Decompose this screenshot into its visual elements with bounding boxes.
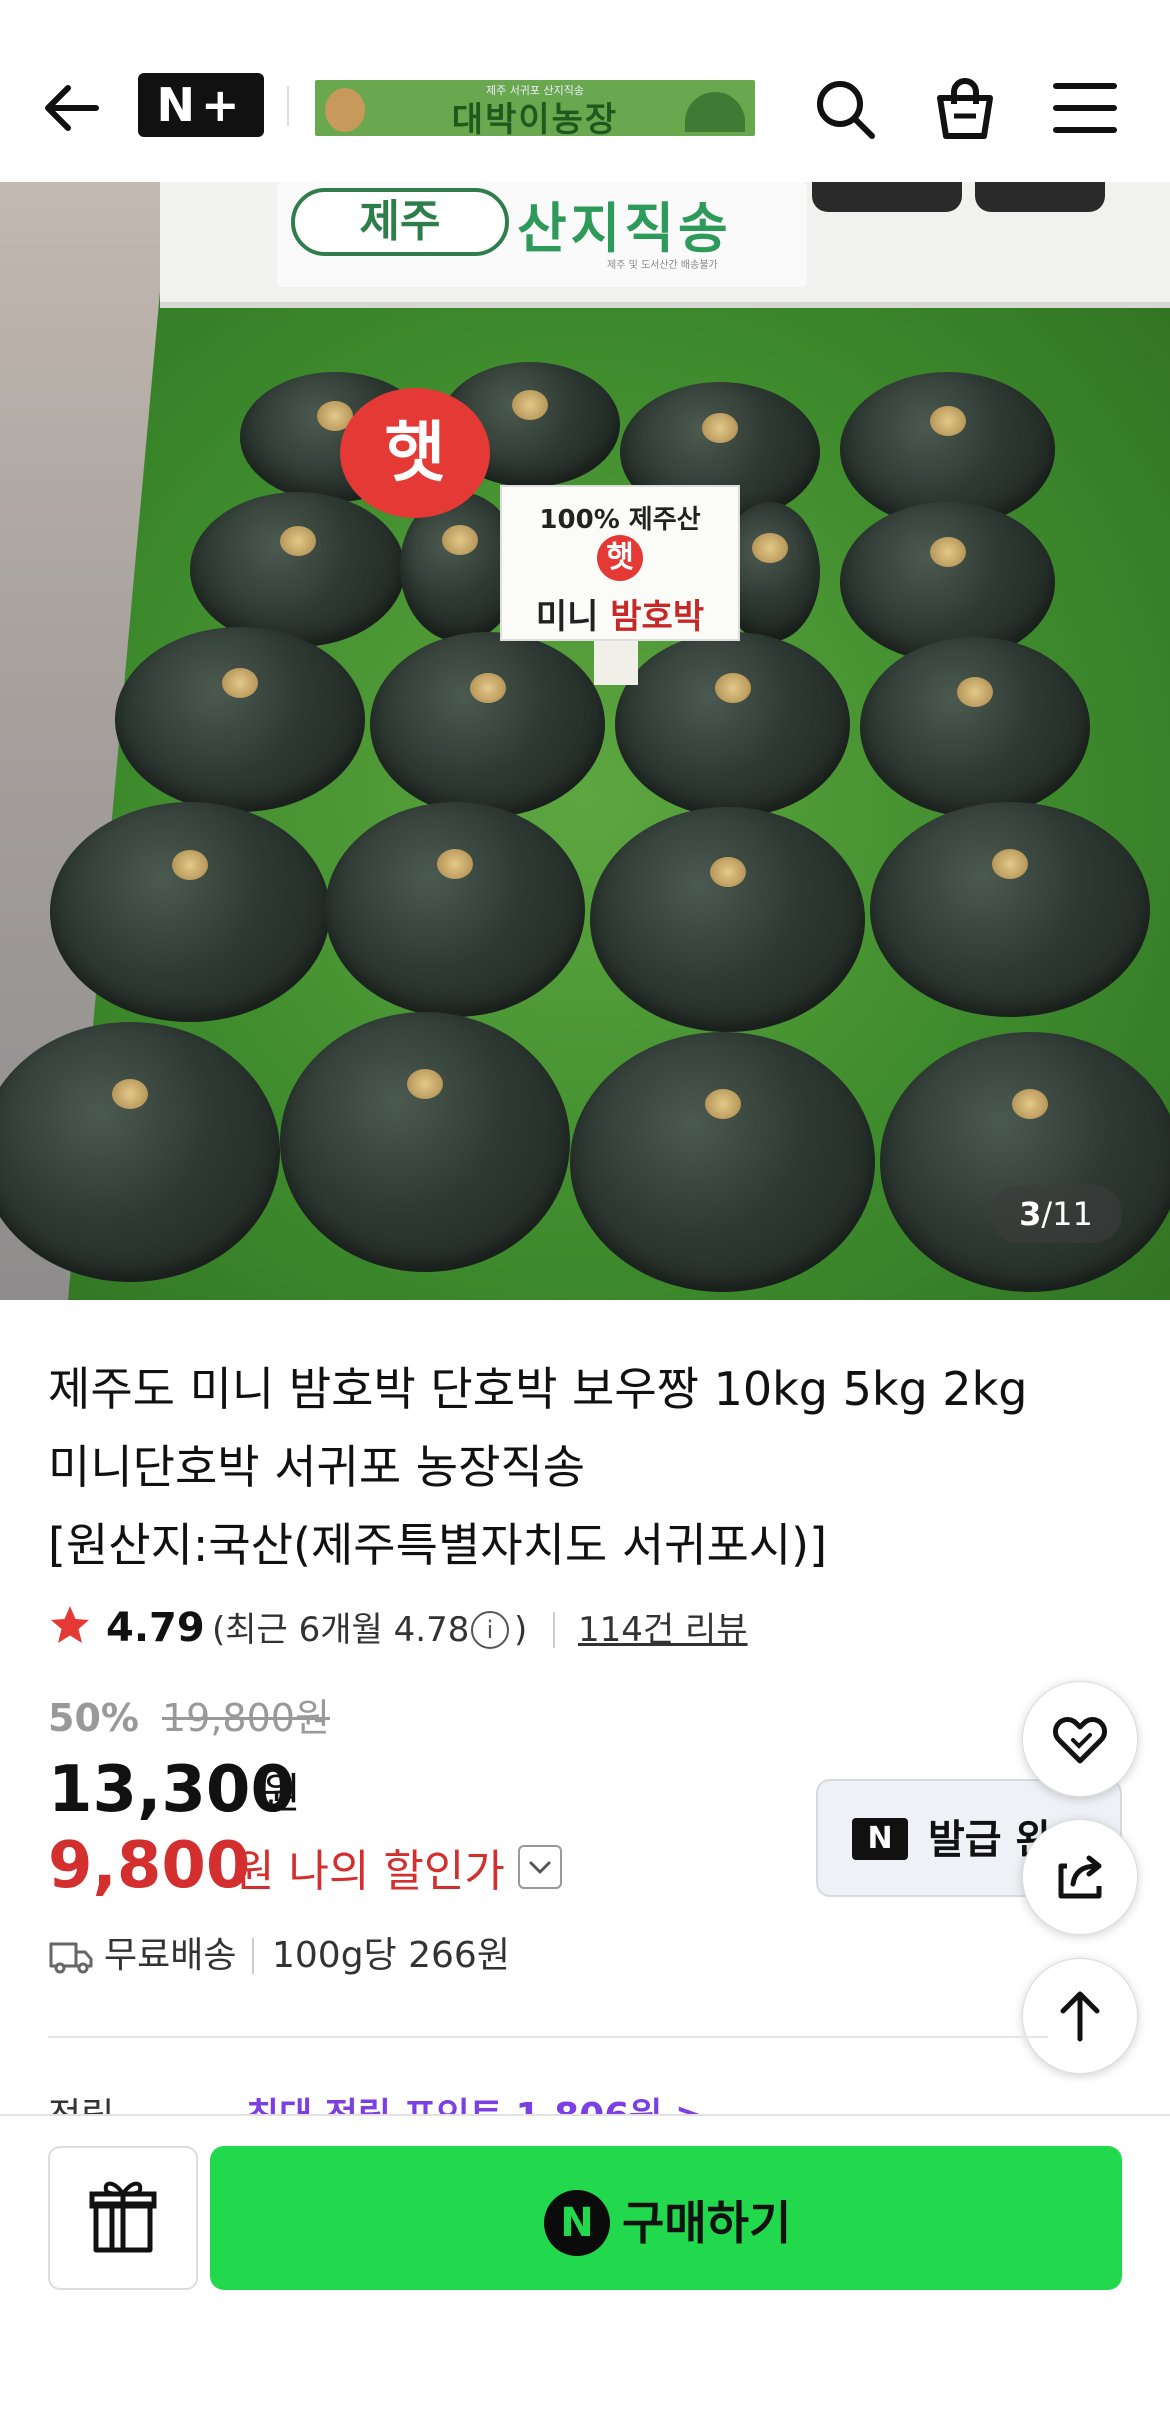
menu-icon[interactable] <box>1050 78 1120 138</box>
sale-price: 13,300 <box>48 1753 295 1827</box>
pumpkin <box>370 632 605 817</box>
gift-icon <box>89 2181 157 2253</box>
product-origin-line: [원산지:국산(제주특별자치도 서귀포시)] <box>48 1518 828 1572</box>
product-label-card: 100% 제주산 햇 미니 밤호박 <box>500 485 740 641</box>
product-title: 제주도 미니 밤호박 단호박 보우짱 10kg 5kg 2kg 미니단호박 서귀… <box>48 1350 1048 1584</box>
chevron-down-icon[interactable] <box>518 1845 562 1889</box>
search-icon[interactable] <box>812 76 878 142</box>
pumpkin <box>870 802 1150 1017</box>
pumpkin <box>840 502 1055 662</box>
store-banner[interactable]: 제주 서귀포 산지직송 대박이농장 <box>315 80 755 136</box>
counter-current: 3 <box>1019 1195 1042 1233</box>
product-title-line: 미니단호박 서귀포 농장직송 <box>48 1440 586 1494</box>
pumpkin <box>280 1012 570 1272</box>
new-harvest-badge: 햇 <box>340 388 490 518</box>
cart-icon[interactable] <box>930 74 1000 144</box>
truck-icon <box>48 1936 94 1976</box>
wishlist-button[interactable] <box>1022 1681 1138 1797</box>
pumpkin <box>0 1022 280 1282</box>
header-divider <box>287 86 289 126</box>
stone-decoration <box>975 182 1105 212</box>
product-image-carousel[interactable]: 제주 산지직송 제주 및 도서산간 배송불가 햇 100% 제주산 햇 미니 밤… <box>0 182 1170 1300</box>
review-link[interactable]: 114건 리뷰 <box>578 1602 748 1658</box>
pumpkin <box>615 632 850 817</box>
original-price: 19,800원 <box>162 1696 330 1740</box>
buy-button-label: 구매하기 <box>622 2196 792 2250</box>
my-discount-price: 9,800 <box>48 1829 251 1903</box>
star-icon <box>48 1603 92 1647</box>
pumpkin <box>115 627 365 812</box>
unit-price: 100g당 266원 <box>272 1935 510 1976</box>
recent-rating: (최근 6개월 4.78 <box>212 1610 470 1650</box>
pumpkin <box>880 1032 1170 1292</box>
share-button[interactable] <box>1022 1819 1138 1935</box>
recent-rating-close: ) <box>514 1610 528 1650</box>
origin-sign: 제주 산지직송 제주 및 도서산간 배송불가 <box>277 182 807 287</box>
rating-value: 4.79 <box>106 1605 205 1651</box>
card-prefix: 미니 <box>535 597 611 637</box>
card-haet-badge: 햇 <box>597 535 643 581</box>
store-name: 대박이농장 <box>451 100 619 136</box>
card-origin-text: 100% 제주산 <box>539 505 701 535</box>
product-title-line: 제주도 미니 밤호박 단호박 보우짱 10kg 5kg 2kg <box>48 1362 1028 1416</box>
counter-separator: / <box>1041 1195 1053 1233</box>
discount-percent: 50% <box>48 1696 139 1740</box>
card-highlight: 밤호박 <box>610 597 705 637</box>
pumpkin <box>190 492 405 647</box>
sign-region: 제주 <box>291 188 509 256</box>
info-icon[interactable]: i <box>471 1611 509 1649</box>
counter-total: 11 <box>1052 1195 1093 1233</box>
pumpkin <box>570 1032 875 1292</box>
naver-plus-logo[interactable]: N+ <box>138 73 264 137</box>
naver-pay-icon: N <box>544 2190 610 2256</box>
arrow-up-icon <box>1060 1991 1100 2042</box>
shipping-separator <box>252 1938 254 1974</box>
pumpkin <box>860 637 1090 817</box>
my-discount-label: 원 나의 할인가 <box>234 1846 505 1897</box>
pumpkin <box>50 802 330 1022</box>
back-icon[interactable] <box>38 73 108 143</box>
currency-unit: 원 <box>262 1769 301 1818</box>
card-product-text: 미니 밤호박 <box>502 589 738 638</box>
pumpkin <box>590 807 865 1032</box>
sign-subtitle: 제주 및 도서산간 배송불가 <box>607 260 718 271</box>
gift-button[interactable] <box>48 2146 198 2290</box>
rating-separator <box>553 1612 555 1648</box>
share-icon <box>1058 1855 1102 1899</box>
heart-icon <box>1053 1717 1107 1764</box>
naver-n-icon: N <box>852 1818 908 1860</box>
stone-decoration <box>812 182 962 212</box>
home-indicator <box>385 2390 785 2400</box>
card-stand <box>594 635 638 685</box>
shipping-label: 무료배송 <box>104 1935 237 1976</box>
pumpkin <box>325 802 585 1017</box>
scroll-top-button[interactable] <box>1022 1958 1138 2074</box>
sign-title: 산지직송 <box>517 197 732 260</box>
section-divider <box>48 2036 1048 2038</box>
image-counter: 3/11 <box>990 1185 1122 1243</box>
